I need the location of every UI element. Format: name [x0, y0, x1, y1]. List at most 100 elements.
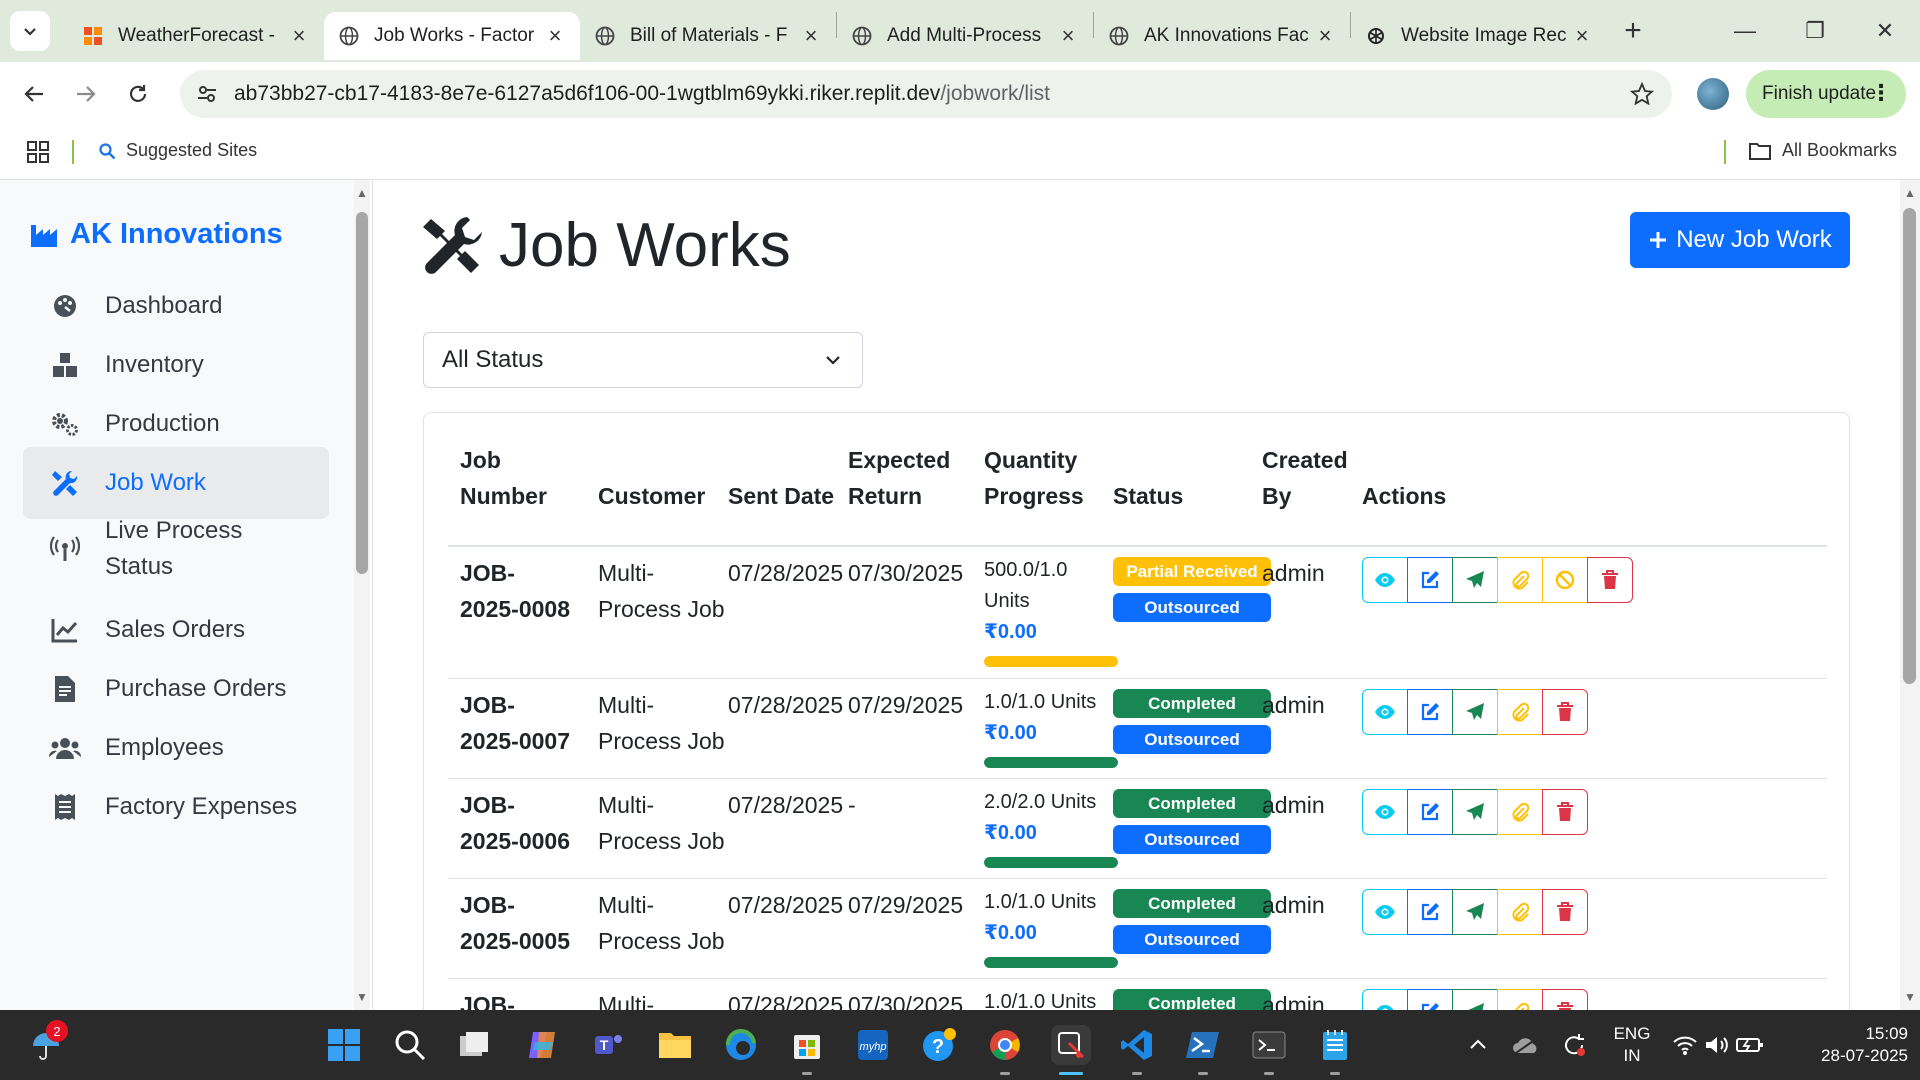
- close-icon[interactable]: ×: [544, 23, 566, 48]
- sidebar-scroll-down-icon[interactable]: ▼: [356, 990, 368, 1004]
- tools-icon: [423, 216, 482, 274]
- status-filter-select[interactable]: All Status: [423, 332, 863, 388]
- myhp-icon[interactable]: myhp: [853, 1025, 893, 1065]
- notepad-icon[interactable]: [1315, 1025, 1355, 1065]
- close-window-button[interactable]: ✕: [1850, 0, 1920, 62]
- search-icon[interactable]: [390, 1025, 430, 1065]
- browser-tab[interactable]: AK Innovations Fac ×: [1094, 12, 1350, 60]
- task-view-icon[interactable]: [455, 1025, 495, 1065]
- edit-button[interactable]: [1407, 789, 1453, 835]
- sidebar-scroll-up-icon[interactable]: ▲: [356, 186, 368, 200]
- delete-button[interactable]: [1542, 989, 1588, 1010]
- send-button[interactable]: [1452, 557, 1498, 603]
- close-icon[interactable]: ×: [1057, 23, 1079, 48]
- onedrive-icon[interactable]: [1506, 1025, 1546, 1065]
- browser-tab[interactable]: Add Multi-Process ×: [837, 12, 1093, 60]
- cancel-button[interactable]: [1542, 557, 1588, 603]
- view-button[interactable]: [1362, 989, 1408, 1010]
- address-bar[interactable]: ab73bb27-cb17-4183-8e7e-6127a5d6f106-00-…: [180, 70, 1672, 118]
- page-scroll-down-icon[interactable]: ▼: [1904, 990, 1916, 1004]
- forward-button[interactable]: [60, 68, 112, 120]
- edit-icon: [1420, 702, 1440, 722]
- back-button[interactable]: [8, 68, 60, 120]
- browser-tab[interactable]: WeatherForecast - ×: [68, 12, 324, 60]
- send-button[interactable]: [1452, 789, 1498, 835]
- delete-button[interactable]: [1542, 789, 1588, 835]
- new-job-work-button[interactable]: New Job Work: [1630, 212, 1850, 268]
- bookmark-star-icon[interactable]: [1629, 81, 1655, 111]
- clock[interactable]: 15:09 28-07-2025: [1788, 1023, 1908, 1067]
- sidebar-item-factory-expenses[interactable]: Factory Expenses: [23, 771, 329, 843]
- edit-button[interactable]: [1407, 557, 1453, 603]
- windows-start-icon[interactable]: [324, 1025, 364, 1065]
- attach-button[interactable]: [1497, 557, 1543, 603]
- attach-button[interactable]: [1497, 889, 1543, 935]
- expected-return-date: 07/29/2025: [848, 892, 964, 918]
- bookmark-suggested-sites[interactable]: Suggested Sites: [98, 140, 257, 161]
- tab-search-button[interactable]: [10, 11, 50, 51]
- finish-update-button[interactable]: Finish update ⋮: [1746, 70, 1906, 118]
- edge-icon[interactable]: [721, 1025, 761, 1065]
- powershell-icon[interactable]: [1183, 1025, 1223, 1065]
- job-number-link[interactable]: JOB-2025-0005: [460, 887, 572, 959]
- send-button[interactable]: [1452, 989, 1498, 1010]
- get-help-icon[interactable]: ?: [919, 1025, 959, 1065]
- view-button[interactable]: [1362, 789, 1408, 835]
- apps-grid-icon[interactable]: [26, 140, 50, 169]
- language-indicator[interactable]: ENG IN: [1612, 1023, 1652, 1067]
- send-button[interactable]: [1452, 689, 1498, 735]
- page-scrollbar-thumb[interactable]: [1903, 208, 1916, 684]
- profile-avatar[interactable]: [1697, 78, 1729, 110]
- close-icon[interactable]: ×: [1571, 23, 1593, 48]
- attach-button[interactable]: [1497, 789, 1543, 835]
- close-icon[interactable]: ×: [1314, 23, 1336, 48]
- attach-button[interactable]: [1497, 989, 1543, 1010]
- sidebar-scrollbar-thumb[interactable]: [356, 212, 368, 574]
- view-button[interactable]: [1362, 557, 1408, 603]
- teams-icon[interactable]: T: [588, 1025, 628, 1065]
- send-button[interactable]: [1452, 889, 1498, 935]
- delete-button[interactable]: [1587, 557, 1633, 603]
- attach-button[interactable]: [1497, 689, 1543, 735]
- job-number-link[interactable]: JOB-2025-0008: [460, 555, 572, 627]
- sidebar-item-live-process-status[interactable]: Live Process Status: [23, 506, 329, 592]
- reload-button[interactable]: [112, 68, 164, 120]
- job-number-link[interactable]: JOB-2025-0007: [460, 687, 572, 759]
- sync-icon[interactable]: [1554, 1025, 1594, 1065]
- edit-button[interactable]: [1407, 889, 1453, 935]
- delete-button[interactable]: [1542, 889, 1588, 935]
- close-icon[interactable]: ×: [288, 23, 310, 48]
- browser-tab[interactable]: Job Works - Factor ×: [324, 12, 580, 60]
- minimize-button[interactable]: —: [1710, 0, 1780, 62]
- browser-tab[interactable]: Website Image Rec ×: [1351, 12, 1607, 60]
- brand-link[interactable]: AK Innovations: [30, 218, 283, 251]
- job-number-link[interactable]: JOB-2025-: [460, 987, 572, 1010]
- edit-icon: [1420, 802, 1440, 822]
- terminal-icon[interactable]: [1249, 1025, 1289, 1065]
- close-icon[interactable]: ×: [800, 23, 822, 48]
- edit-button[interactable]: [1407, 989, 1453, 1010]
- more-menu-icon[interactable]: ⋮: [1870, 80, 1892, 106]
- all-bookmarks-button[interactable]: All Bookmarks: [1748, 140, 1897, 161]
- copilot-icon[interactable]: [522, 1025, 562, 1065]
- view-button[interactable]: [1362, 689, 1408, 735]
- file-explorer-icon[interactable]: [655, 1025, 695, 1065]
- job-number-link[interactable]: JOB-2025-0006: [460, 787, 572, 859]
- site-info-icon[interactable]: [180, 83, 234, 105]
- quick-settings-button[interactable]: [1668, 1025, 1768, 1065]
- chevron-up-icon[interactable]: [1458, 1025, 1498, 1065]
- arrow-left-icon: [24, 86, 43, 102]
- vscode-icon[interactable]: [1117, 1025, 1157, 1065]
- view-button[interactable]: [1362, 889, 1408, 935]
- amount-value: ₹0.00: [984, 822, 1037, 844]
- snipping-tool-icon[interactable]: [1051, 1025, 1091, 1065]
- page-scroll-up-icon[interactable]: ▲: [1904, 186, 1916, 200]
- restore-button[interactable]: ❐: [1780, 0, 1850, 62]
- delete-button[interactable]: [1542, 689, 1588, 735]
- new-tab-button[interactable]: +: [1611, 9, 1655, 53]
- microsoft-store-icon[interactable]: [787, 1025, 827, 1065]
- edit-button[interactable]: [1407, 689, 1453, 735]
- chrome-icon[interactable]: [985, 1025, 1025, 1065]
- row-actions: [1362, 557, 1633, 603]
- browser-tab[interactable]: Bill of Materials - F ×: [580, 12, 836, 60]
